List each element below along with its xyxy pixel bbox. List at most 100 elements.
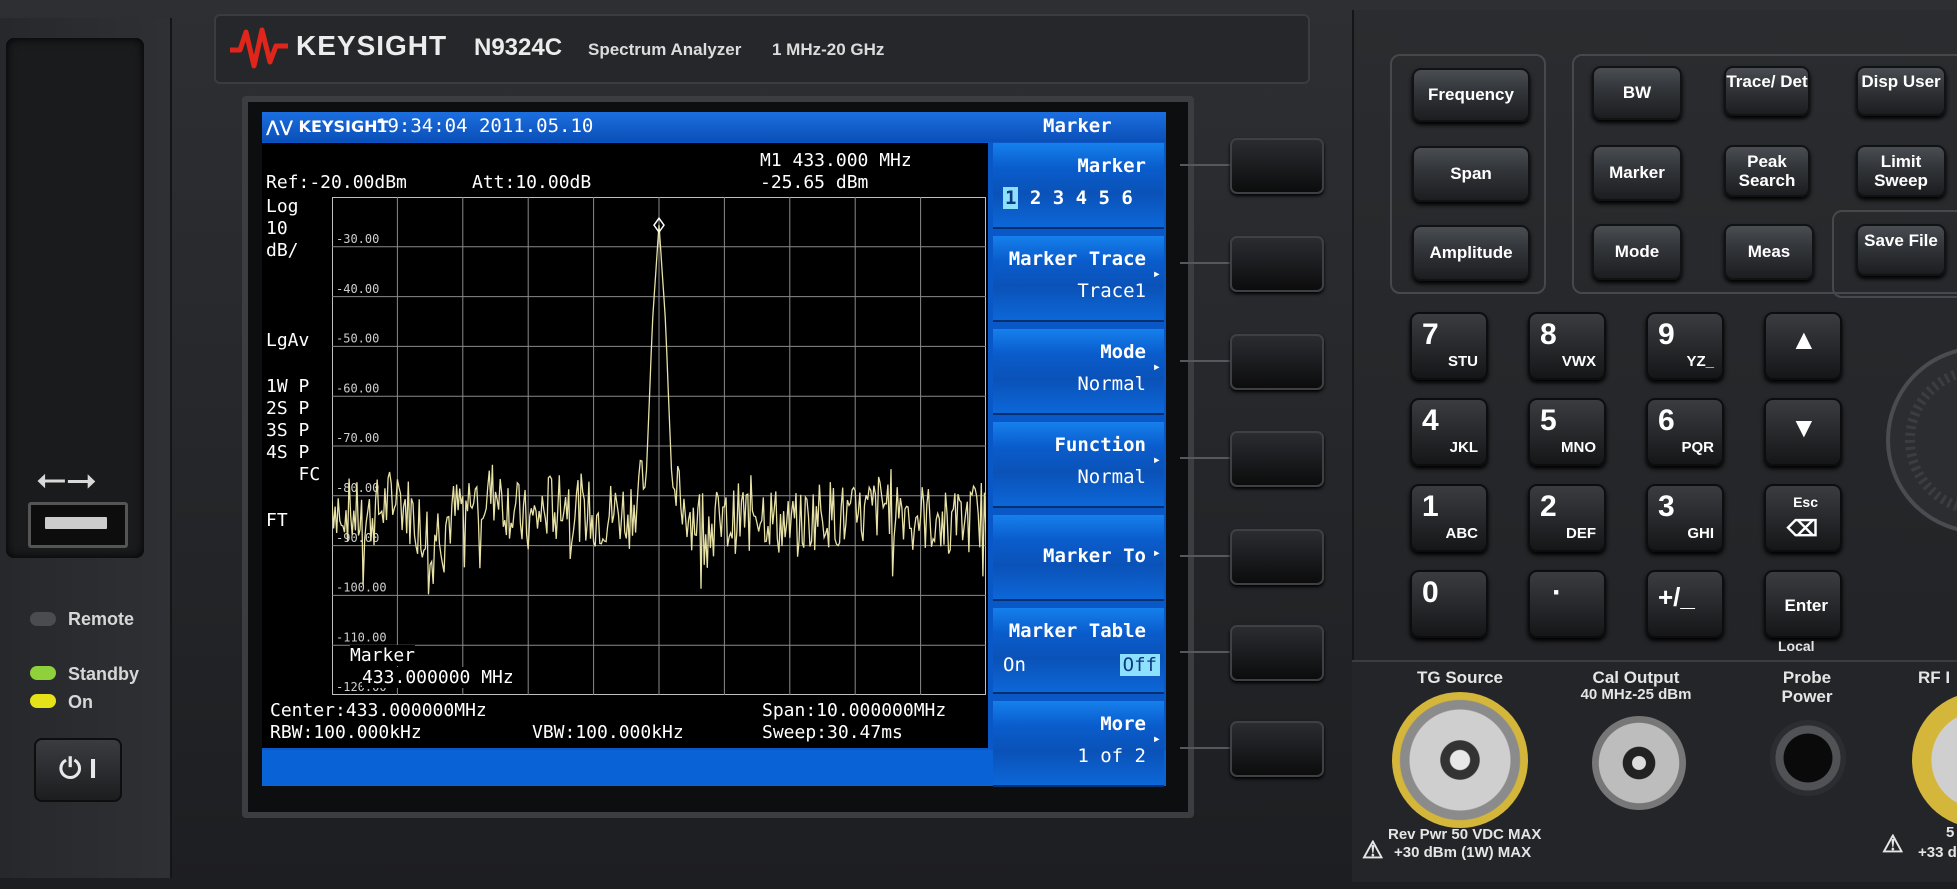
numpad-key-decimal[interactable]: · — [1528, 570, 1606, 638]
enter-key[interactable]: Enter — [1764, 570, 1842, 638]
frequency-key[interactable]: Frequency — [1412, 68, 1530, 122]
rf-warning-line2: +33 d — [1918, 844, 1957, 861]
softkey-guide-line — [1180, 360, 1234, 362]
amplitude-key[interactable]: Amplitude — [1412, 225, 1530, 281]
ref-level: Ref:-20.00dBm — [266, 172, 407, 193]
hardware-softkey-3[interactable] — [1230, 334, 1324, 390]
trace-det-key[interactable]: Trace/ Det — [1724, 66, 1810, 116]
span-key[interactable]: Span — [1412, 146, 1530, 202]
scale-value: 10 — [266, 218, 288, 239]
rf-warning-line1: 5 — [1946, 824, 1955, 841]
softkey-function[interactable]: Function Normal ▸ — [993, 422, 1164, 508]
softkey-label: Marker To — [1043, 545, 1146, 567]
hardware-softkey-7[interactable] — [1230, 721, 1324, 777]
limit-sweep-key[interactable]: Limit Sweep — [1856, 145, 1946, 197]
power-button[interactable]: ⏻ I — [34, 738, 122, 802]
softkey-more[interactable]: More 1 of 2 ▸ — [993, 701, 1164, 787]
numpad-key-sign[interactable]: +/_ — [1646, 570, 1724, 638]
softkey-marker[interactable]: Marker 1 2 3 4 5 6 — [993, 143, 1164, 229]
hardware-softkey-1[interactable] — [1230, 138, 1324, 194]
softkey-value: Normal — [1077, 466, 1146, 488]
y-tick-label: -60.00 — [336, 381, 379, 395]
softkey-value: Normal — [1077, 373, 1146, 395]
softkey-guide-line — [1180, 457, 1234, 459]
softkey-marker-title: Marker — [1077, 155, 1146, 177]
standby-label: Standby — [68, 664, 140, 684]
softkey-label: Marker Trace — [1008, 248, 1146, 270]
numpad-key-5[interactable]: 5 MNO — [1528, 398, 1606, 466]
up-arrow-key[interactable]: ▲ — [1764, 312, 1842, 380]
frequency-range: 1 MHz-20 GHz — [772, 40, 885, 59]
numpad-key-9[interactable]: 9 YZ_ — [1646, 312, 1724, 380]
numpad-key-0[interactable]: 0 — [1410, 570, 1488, 638]
standby-led — [30, 666, 56, 680]
key-letters: JKL — [1449, 439, 1478, 456]
hardware-softkey-6[interactable] — [1230, 625, 1324, 681]
key-digit: 9 — [1658, 318, 1675, 351]
rotary-knob[interactable] — [1880, 340, 1957, 540]
numpad-key-4[interactable]: 4 JKL — [1410, 398, 1488, 466]
tg-warning-line2: +30 dBm (1W) MAX — [1394, 844, 1532, 861]
marker-table-on: On — [1003, 654, 1026, 676]
softkey-marker-numbers: 1 2 3 4 5 6 — [1003, 187, 1133, 209]
softkey-label: Function — [1054, 434, 1146, 456]
softkey-marker-table[interactable]: Marker Table On Off — [993, 608, 1164, 694]
trace-status-1: 1W P — [266, 376, 310, 397]
marker-key[interactable]: Marker — [1592, 145, 1682, 201]
key-digit: 5 — [1540, 404, 1557, 437]
cal-output-connector[interactable] — [1592, 716, 1686, 810]
softkey-marker-to[interactable]: Marker To ▸ — [993, 515, 1164, 601]
submenu-arrow-icon: ▸ — [1152, 266, 1161, 282]
usb-port[interactable] — [28, 502, 128, 548]
numpad-key-6[interactable]: 6 PQR — [1646, 398, 1724, 466]
esc-key[interactable]: Esc ⌫ — [1764, 484, 1842, 552]
trace-status-3: 3S P — [266, 420, 310, 441]
softkey-mode[interactable]: Mode Normal ▸ — [993, 329, 1164, 415]
key-letters: YZ_ — [1686, 353, 1714, 370]
softkey-value: 1 of 2 — [1077, 745, 1146, 767]
marker-box-title: Marker — [350, 645, 416, 666]
hardware-softkey-2[interactable] — [1230, 236, 1324, 292]
numpad-key-7[interactable]: 7 STU — [1410, 312, 1488, 380]
down-arrow-key[interactable]: ▼ — [1764, 398, 1842, 466]
tg-source-connector[interactable] — [1392, 692, 1528, 828]
y-tick-label: -30.00 — [336, 232, 379, 246]
numpad-key-3[interactable]: 3 GHI — [1646, 484, 1724, 552]
meas-key[interactable]: Meas — [1724, 224, 1814, 280]
esc-label: Esc — [1793, 494, 1818, 510]
key-digit: 3 — [1658, 490, 1675, 523]
average-mode: LgAv — [266, 330, 310, 351]
numpad-key-2[interactable]: 2 DEF — [1528, 484, 1606, 552]
softkey-guide-line — [1180, 555, 1234, 557]
rf-warning-icon: ⚠ — [1882, 831, 1904, 858]
trace-status-2: 2S P — [266, 398, 310, 419]
bw-key[interactable]: BW — [1592, 66, 1682, 120]
softkey-guide-line — [1180, 747, 1234, 749]
key-letters: STU — [1448, 353, 1478, 370]
probe-power-connector[interactable] — [1770, 720, 1846, 796]
scale-unit: dB/ — [266, 240, 299, 261]
instrument-description: Spectrum Analyzer — [588, 40, 742, 59]
backspace-icon: ⌫ — [1786, 516, 1818, 541]
mode-key[interactable]: Mode — [1592, 224, 1682, 280]
peak-search-key[interactable]: Peak Search — [1724, 145, 1810, 197]
softkey-guide-line — [1180, 262, 1234, 264]
probe-power-label: Probe Power — [1781, 668, 1833, 706]
hardware-softkey-4[interactable] — [1230, 431, 1324, 487]
cal-output-spec: 40 MHz-25 dBm — [1580, 686, 1692, 703]
save-file-key[interactable]: Save File — [1856, 224, 1946, 276]
marker-readout-amp: -25.65 dBm — [760, 172, 869, 193]
hardware-softkey-5[interactable] — [1230, 529, 1324, 585]
up-arrow-icon: ▲ — [1790, 324, 1818, 355]
model-number: N9324C — [474, 34, 563, 61]
key-letters: VWX — [1561, 353, 1596, 370]
softkey-label: Mode — [1100, 341, 1146, 363]
warning-icon: ⚠ — [1362, 837, 1384, 864]
attenuation: Att:10.00dB — [472, 172, 592, 193]
remote-label: Remote — [68, 609, 135, 629]
numpad-key-8[interactable]: 8 VWX — [1528, 312, 1606, 380]
disp-user-key[interactable]: Disp User — [1856, 66, 1946, 116]
softkey-marker-trace[interactable]: Marker Trace Trace1 ▸ — [993, 236, 1164, 322]
numpad-key-1[interactable]: 1 ABC — [1410, 484, 1488, 552]
softkey-guide-line — [1180, 651, 1234, 653]
